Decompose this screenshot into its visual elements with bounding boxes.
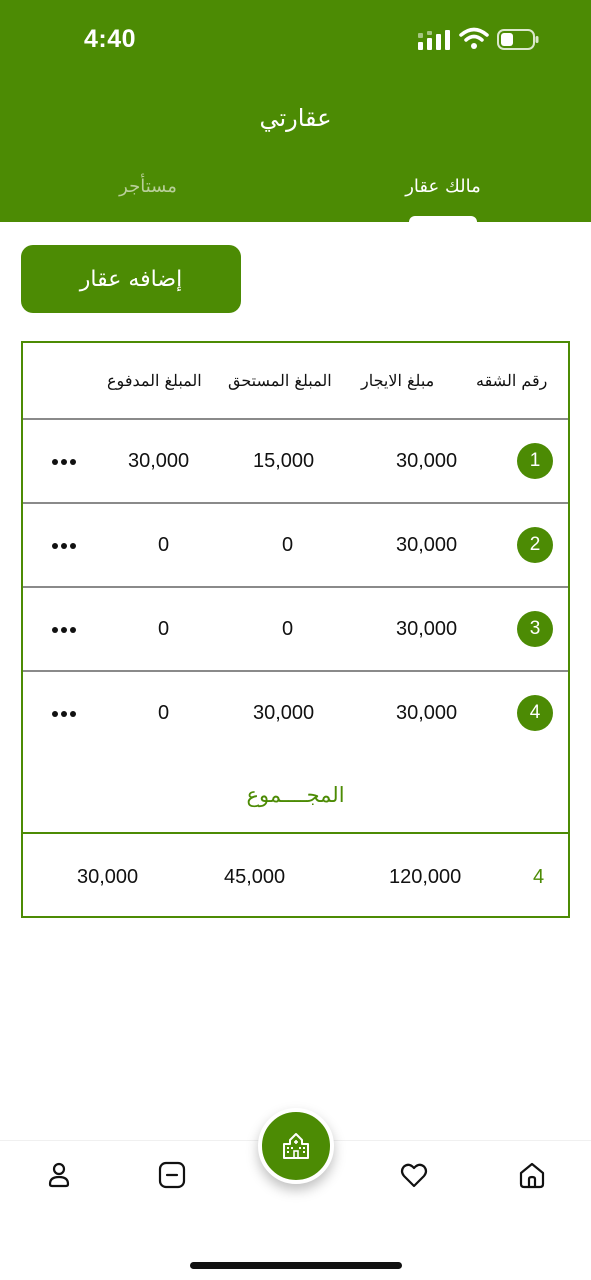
due-amount: 0 [282,618,294,640]
total-rent-amount: 120,000 [389,866,462,888]
row-divider [23,502,568,504]
unit-number-badge: 3 [517,611,553,647]
paid-amount: 0 [158,702,170,724]
row-divider [23,418,568,420]
totals-label: المجــــموع [246,783,345,807]
add-property-button[interactable]: إضافه عقار [21,245,241,313]
due-amount: 30,000 [253,702,315,724]
home-icon[interactable] [517,1160,547,1190]
row-divider [23,586,568,588]
paid-amount: 0 [158,618,170,640]
due-amount: 15,000 [253,450,315,472]
column-header-unit-number: رقم الشقه [476,371,548,390]
due-amount: 0 [282,534,294,556]
heart-icon[interactable] [399,1160,429,1190]
totals-divider [23,832,568,834]
minus-square-icon[interactable] [157,1160,187,1190]
home-indicator-bar [190,1262,402,1269]
row-divider [23,670,568,672]
total-due-amount: 45,000 [224,866,286,888]
more-options-icon[interactable] [52,625,78,635]
wifi-icon [459,27,489,49]
column-header-rent-amount: مبلغ الايجار [361,371,435,390]
status-time: 4:40 [84,25,137,53]
my-properties-fab[interactable] [258,1108,334,1184]
total-paid-amount: 30,000 [77,866,139,888]
paid-amount: 0 [158,534,170,556]
rent-amount: 30,000 [396,618,458,640]
rent-amount: 30,000 [396,534,458,556]
app-header: 4:40 عقارتي مالك عقار مستأجر [0,0,591,222]
properties-table: رقم الشقه مبلغ الايجار المبلغ المستحق ال… [21,341,570,918]
tab-property-owner[interactable]: مالك عقار [395,176,491,197]
page-title: عقارتي [259,104,332,132]
cellular-signal-icon [418,30,450,50]
more-options-icon[interactable] [52,709,78,719]
column-header-due-amount: المبلغ المستحق [228,371,332,390]
building-icon [283,1133,309,1159]
more-options-icon[interactable] [52,457,78,467]
active-tab-indicator [409,216,477,222]
rent-amount: 30,000 [396,702,458,724]
battery-icon [497,29,539,50]
total-units-count: 4 [533,866,545,888]
paid-amount: 30,000 [128,450,190,472]
unit-number-badge: 4 [517,695,553,731]
rent-amount: 30,000 [396,450,458,472]
more-options-icon[interactable] [52,541,78,551]
unit-number-badge: 1 [517,443,553,479]
unit-number-badge: 2 [517,527,553,563]
profile-icon[interactable] [44,1160,74,1190]
tab-tenant[interactable]: مستأجر [100,176,196,197]
column-header-paid-amount: المبلغ المدفوع [107,371,202,390]
status-bar: 4:40 [0,0,591,80]
